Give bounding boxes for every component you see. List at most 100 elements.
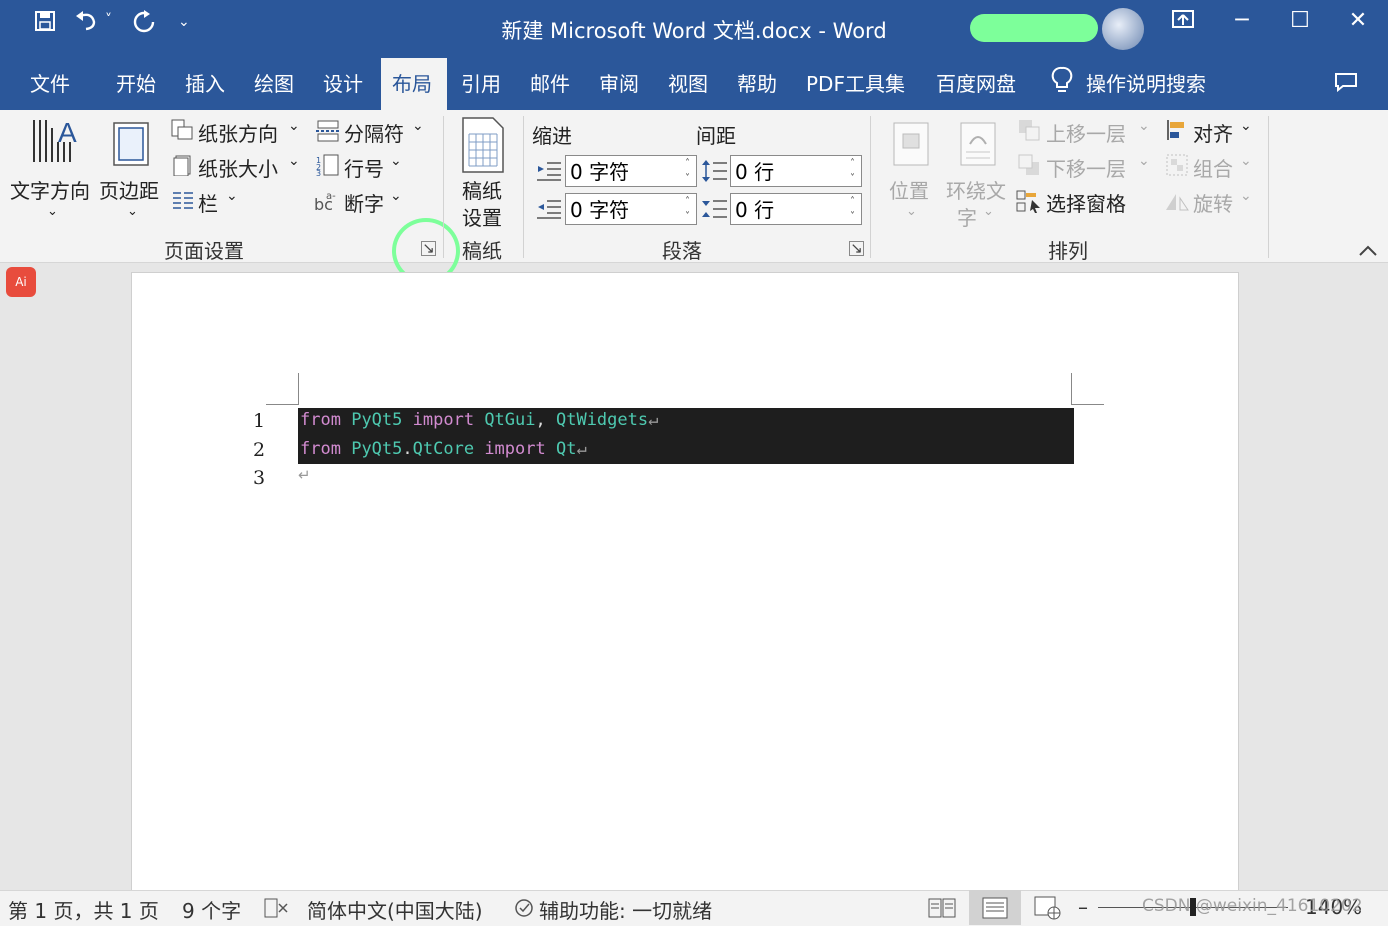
margins-dropdown-icon[interactable]: ⌄ <box>127 204 138 219</box>
columns-button[interactable]: 栏 <box>198 188 218 217</box>
group-objects-dropdown-icon[interactable]: ⌄ <box>1240 153 1252 169</box>
page-count[interactable]: 第 1 页，共 1 页 <box>8 895 159 924</box>
close-button[interactable]: ✕ <box>1338 8 1378 33</box>
tab-review[interactable]: 审阅 <box>599 68 639 97</box>
collapse-ribbon-icon[interactable] <box>1358 242 1378 261</box>
text-direction-dropdown-icon[interactable]: ⌄ <box>47 204 58 219</box>
wrap-text-button-line2[interactable]: 字 <box>957 202 977 231</box>
spacing-after-spinner[interactable]: 0 行 ˄ ˅ <box>730 193 862 225</box>
indent-left-spinner[interactable]: 0 字符 ˄ ˅ <box>565 155 697 187</box>
spacing-after-value[interactable]: 0 行 <box>735 198 774 222</box>
svg-text:3: 3 <box>316 169 321 176</box>
group-label-arrange: 排列 <box>1048 239 1088 263</box>
position-button[interactable]: 位置 <box>889 175 929 204</box>
wrap-text-dropdown-icon[interactable]: ⌄ <box>983 204 994 219</box>
tab-draw[interactable]: 绘图 <box>254 68 294 97</box>
read-mode-icon[interactable] <box>928 897 956 924</box>
comments-icon[interactable] <box>1334 72 1358 97</box>
paper-size-dropdown-icon[interactable]: ⌄ <box>288 153 300 169</box>
spacing-label: 间距 <box>696 124 736 148</box>
bring-forward-icon <box>1018 119 1040 145</box>
orientation-icon <box>170 118 194 146</box>
zoom-out-button[interactable]: – <box>1078 895 1088 919</box>
tab-file[interactable]: 文件 <box>30 68 70 97</box>
orientation-dropdown-icon[interactable]: ⌄ <box>288 118 300 134</box>
paper-size-button[interactable]: 纸张大小 <box>198 153 278 182</box>
code-line[interactable]: from PyQt5 import QtGui, QtWidgets↵ <box>300 410 658 430</box>
bring-forward-button[interactable]: 上移一层 <box>1046 118 1126 147</box>
spinner-arrows-icon[interactable]: ˄ ˅ <box>850 194 855 224</box>
ai-assistant-badge[interactable]: Ai <box>6 267 36 297</box>
tab-pdf-tools[interactable]: PDF工具集 <box>806 68 905 97</box>
send-backward-dropdown-icon[interactable]: ⌄ <box>1138 153 1150 169</box>
manuscript-settings-line2[interactable]: 设置 <box>462 202 502 231</box>
spinner-arrows-icon[interactable]: ˄ ˅ <box>685 194 690 224</box>
group-objects-button[interactable]: 组合 <box>1193 153 1233 182</box>
paragraph-dialog-launcher-icon[interactable]: ↘ <box>849 241 864 256</box>
group-label-paragraph: 段落 <box>662 239 702 263</box>
rotate-icon <box>1164 190 1190 216</box>
indent-right-value[interactable]: 0 字符 <box>570 198 629 222</box>
tab-design[interactable]: 设计 <box>323 68 363 97</box>
group-separator <box>443 116 444 258</box>
accessibility-status[interactable]: 辅助功能: 一切就绪 <box>539 895 712 924</box>
maximize-button[interactable]: ☐ <box>1280 8 1320 33</box>
line-numbers-button[interactable]: 行号 <box>344 153 384 182</box>
ribbon-display-options-icon[interactable] <box>1163 8 1203 36</box>
avatar[interactable] <box>1102 8 1144 50</box>
breaks-button[interactable]: 分隔符 <box>344 118 404 147</box>
code-token: , <box>535 410 556 430</box>
tab-insert[interactable]: 插入 <box>185 68 225 97</box>
line-numbers-dropdown-icon[interactable]: ⌄ <box>390 153 402 169</box>
wrap-text-button-line1[interactable]: 环绕文 <box>946 175 1006 204</box>
margins-button[interactable]: 页边距 <box>99 175 159 204</box>
print-layout-icon[interactable] <box>981 897 1009 924</box>
tab-baidu-netdisk[interactable]: 百度网盘 <box>936 68 1016 97</box>
code-line[interactable]: from PyQt5.QtCore import Qt↵ <box>300 439 587 459</box>
word-count[interactable]: 9 个字 <box>182 895 241 924</box>
crop-mark <box>1071 404 1104 405</box>
spinner-arrows-icon[interactable]: ˄ ˅ <box>850 156 855 186</box>
tab-mailings[interactable]: 邮件 <box>530 68 570 97</box>
tell-me-search[interactable]: 操作说明搜索 <box>1086 68 1206 97</box>
tab-layout[interactable]: 布局 <box>392 68 432 97</box>
bring-forward-dropdown-icon[interactable]: ⌄ <box>1138 118 1150 134</box>
align-icon <box>1166 119 1188 145</box>
spacing-before-spinner[interactable]: 0 行 ˄ ˅ <box>730 155 862 187</box>
selection-pane-button[interactable]: 选择窗格 <box>1046 188 1126 217</box>
indent-right-spinner[interactable]: 0 字符 ˄ ˅ <box>565 193 697 225</box>
indent-left-value[interactable]: 0 字符 <box>570 160 629 184</box>
text-direction-button[interactable]: 文字方向 <box>10 175 90 204</box>
web-layout-icon[interactable] <box>1034 896 1062 925</box>
rotate-dropdown-icon[interactable]: ⌄ <box>1240 188 1252 204</box>
align-dropdown-icon[interactable]: ⌄ <box>1240 118 1252 134</box>
rotate-button[interactable]: 旋转 <box>1193 188 1233 217</box>
language-indicator[interactable]: 简体中文(中国大陆) <box>307 895 483 924</box>
orientation-button[interactable]: 纸张方向 <box>198 118 278 147</box>
spinner-arrows-icon[interactable]: ˄ ˅ <box>685 156 690 186</box>
proofing-icon[interactable] <box>264 898 288 923</box>
code-token: import <box>412 410 475 430</box>
position-dropdown-icon[interactable]: ⌄ <box>906 204 917 219</box>
send-backward-button[interactable]: 下移一层 <box>1046 153 1126 182</box>
tab-references[interactable]: 引用 <box>461 68 501 97</box>
minimize-button[interactable]: ─ <box>1222 8 1262 33</box>
columns-dropdown-icon[interactable]: ⌄ <box>226 188 238 204</box>
indent-left-icon <box>537 161 561 185</box>
manuscript-settings-line1[interactable]: 稿纸 <box>462 175 502 204</box>
account-name-pill[interactable] <box>970 14 1098 42</box>
tab-view[interactable]: 视图 <box>668 68 708 97</box>
hyphenation-icon: bc a- <box>314 190 340 216</box>
hyphenation-button[interactable]: 断字 <box>344 188 384 217</box>
breaks-dropdown-icon[interactable]: ⌄ <box>412 118 424 134</box>
align-button[interactable]: 对齐 <box>1193 118 1233 147</box>
tab-home[interactable]: 开始 <box>116 68 156 97</box>
group-separator <box>1268 116 1269 258</box>
group-objects-icon <box>1166 154 1188 180</box>
spacing-before-value[interactable]: 0 行 <box>735 160 774 184</box>
tab-help[interactable]: 帮助 <box>737 68 777 97</box>
hyphenation-dropdown-icon[interactable]: ⌄ <box>390 188 402 204</box>
document-page[interactable] <box>131 272 1239 894</box>
